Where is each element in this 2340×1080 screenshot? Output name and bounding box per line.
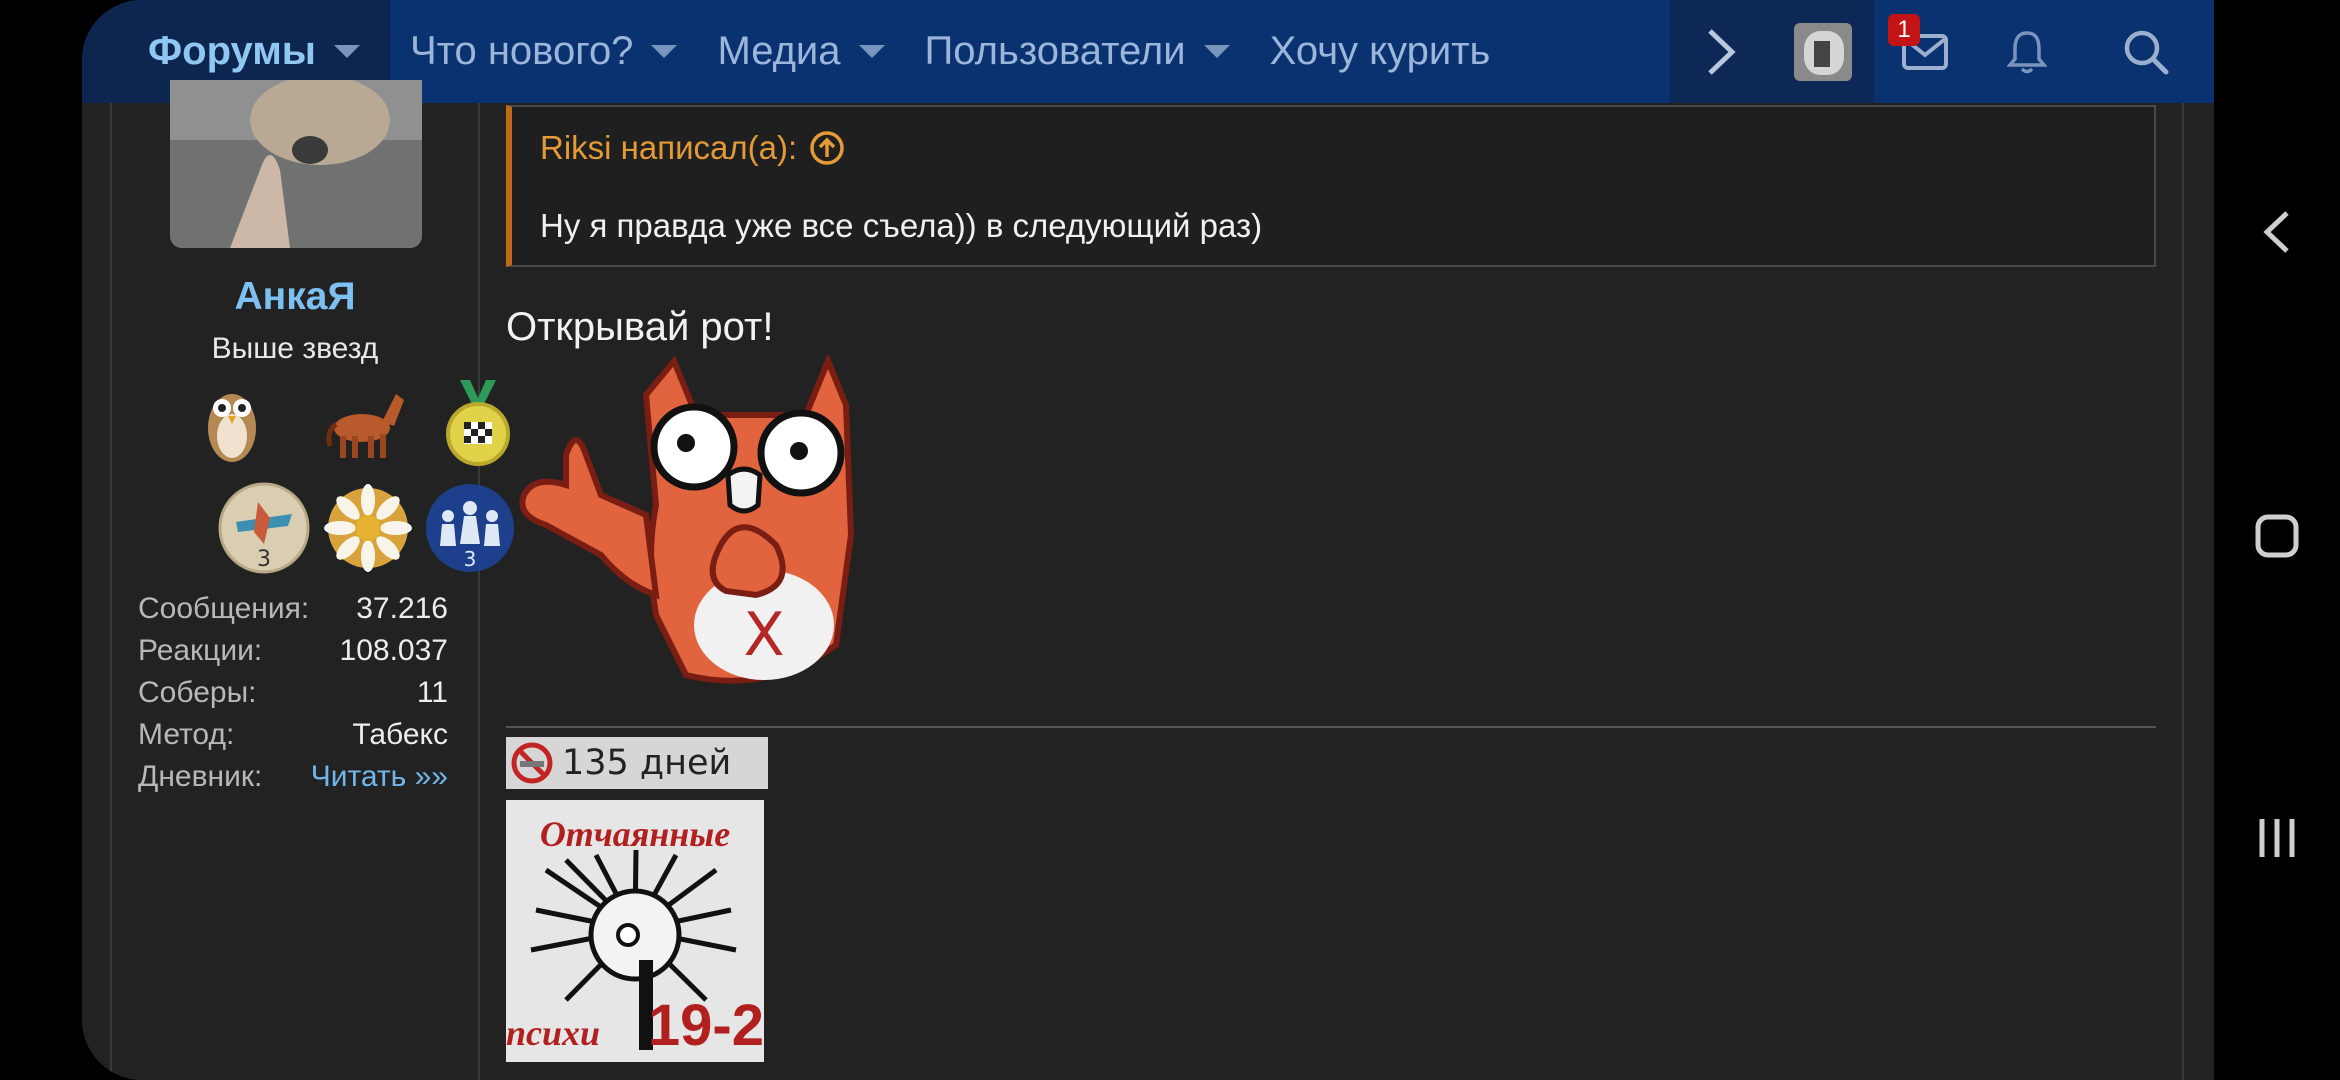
search-button[interactable] [2078, 0, 2214, 103]
airplane-award-icon[interactable]: 3 [218, 482, 310, 574]
nav-tab-users[interactable]: Пользователи [905, 0, 1250, 103]
svg-text:3: 3 [257, 547, 271, 572]
caret-down-icon[interactable] [858, 45, 885, 58]
stat-value: 37.216 [356, 592, 448, 625]
nav-tab-label: Хочу курить [1269, 29, 1491, 73]
messages-badge: 1 [1888, 14, 1920, 46]
post-message-text: Открывай рот! [506, 305, 774, 349]
system-home-button[interactable] [2214, 496, 2340, 576]
caret-down-icon[interactable] [651, 45, 678, 58]
chevron-right-icon [1708, 28, 1736, 75]
daisy-award-icon[interactable] [322, 482, 414, 574]
home-square-icon [2255, 514, 2299, 558]
signature-caption-bottom-right: 19-2 [648, 993, 764, 1058]
group-award-icon[interactable]: 3 [424, 482, 516, 574]
svg-text:X: X [743, 600, 784, 670]
no-smoking-icon [511, 742, 553, 784]
signature-caption-top: Отчаянные [540, 814, 730, 854]
post-border-left [110, 103, 112, 1080]
nav-tab-label: Пользователи [924, 29, 1186, 73]
horse-award-icon[interactable] [322, 376, 414, 468]
stat-sobers: Соберы: 11 [138, 676, 448, 716]
user-avatar [1794, 22, 1852, 81]
quote-block: Riksi написал(а): Ну я правда уже все съ… [506, 105, 2156, 267]
messages-button[interactable]: 1 [1874, 0, 1976, 103]
stat-value: Табекс [352, 718, 448, 751]
stat-diary: Дневник: Читать »» [138, 760, 448, 800]
signature-image: Отчаянные психи 19-2 [506, 800, 764, 1062]
quote-text: Ну я правда уже все съела)) в следующий … [540, 207, 1263, 244]
search-icon [2124, 30, 2169, 74]
user-menu-button[interactable] [1772, 0, 1874, 103]
owl-award-icon[interactable] [186, 376, 278, 468]
arrow-up-circle-icon[interactable] [809, 130, 845, 166]
signature-caption-bottom-left: психи [506, 1013, 600, 1053]
stat-value: 108.037 [339, 634, 448, 667]
user-title: Выше звезд [211, 332, 379, 365]
system-navigation-bar [2214, 0, 2340, 1080]
nav-tab-label: Что нового? [409, 29, 634, 73]
notifications-button[interactable] [1976, 0, 2078, 103]
nav-icons: 1 [1670, 0, 2214, 103]
smoke-free-counter-banner: 135 дней [506, 737, 768, 789]
stat-messages: Сообщения: 37.216 [138, 592, 448, 632]
nav-tab-whats-new[interactable]: Что нового? [390, 0, 697, 103]
nav-tab-media[interactable]: Медиа [697, 0, 904, 103]
stat-label: Соберы: [138, 676, 257, 709]
username[interactable]: АнкаЯ [112, 275, 478, 319]
nav-scroll-right-button[interactable] [1670, 0, 1772, 103]
nav-tab-label: Медиа [717, 29, 841, 73]
post-column-divider [478, 103, 480, 1080]
system-back-button[interactable] [2214, 192, 2340, 272]
diary-read-link[interactable]: Читать »» [311, 760, 448, 800]
back-chevron-icon [2263, 211, 2289, 253]
nav-tab-label: Форумы [148, 29, 316, 73]
stat-label: Сообщения: [138, 592, 310, 625]
stat-label: Метод: [138, 718, 235, 751]
svg-text:3: 3 [464, 547, 477, 571]
quote-header: Riksi написал(а): [540, 129, 845, 167]
quote-author[interactable]: Riksi написал(а): [540, 129, 797, 167]
app-screen: Форумы Что нового? Медиа Пользователи Хо… [82, 0, 2214, 1080]
caret-down-icon[interactable] [333, 45, 360, 58]
recents-lines-icon [2259, 819, 2295, 857]
user-avatar-large[interactable] [170, 80, 422, 248]
post-border-right [2182, 103, 2184, 1080]
cat-sticker-image: X [519, 355, 855, 684]
signature-divider [506, 726, 2156, 728]
stat-label: Реакции: [138, 634, 263, 667]
smoke-free-days: 135 дней [562, 743, 732, 783]
stat-method: Метод: Табекс [138, 718, 448, 758]
caret-down-icon[interactable] [1203, 45, 1230, 58]
stat-label: Дневник: [138, 760, 263, 793]
nav-tab-want-smoke[interactable]: Хочу курить [1250, 0, 1511, 103]
system-recents-button[interactable] [2214, 798, 2340, 878]
bell-icon [2007, 30, 2047, 73]
stat-value: 11 [416, 676, 448, 709]
stat-reactions: Реакции: 108.037 [138, 634, 448, 674]
